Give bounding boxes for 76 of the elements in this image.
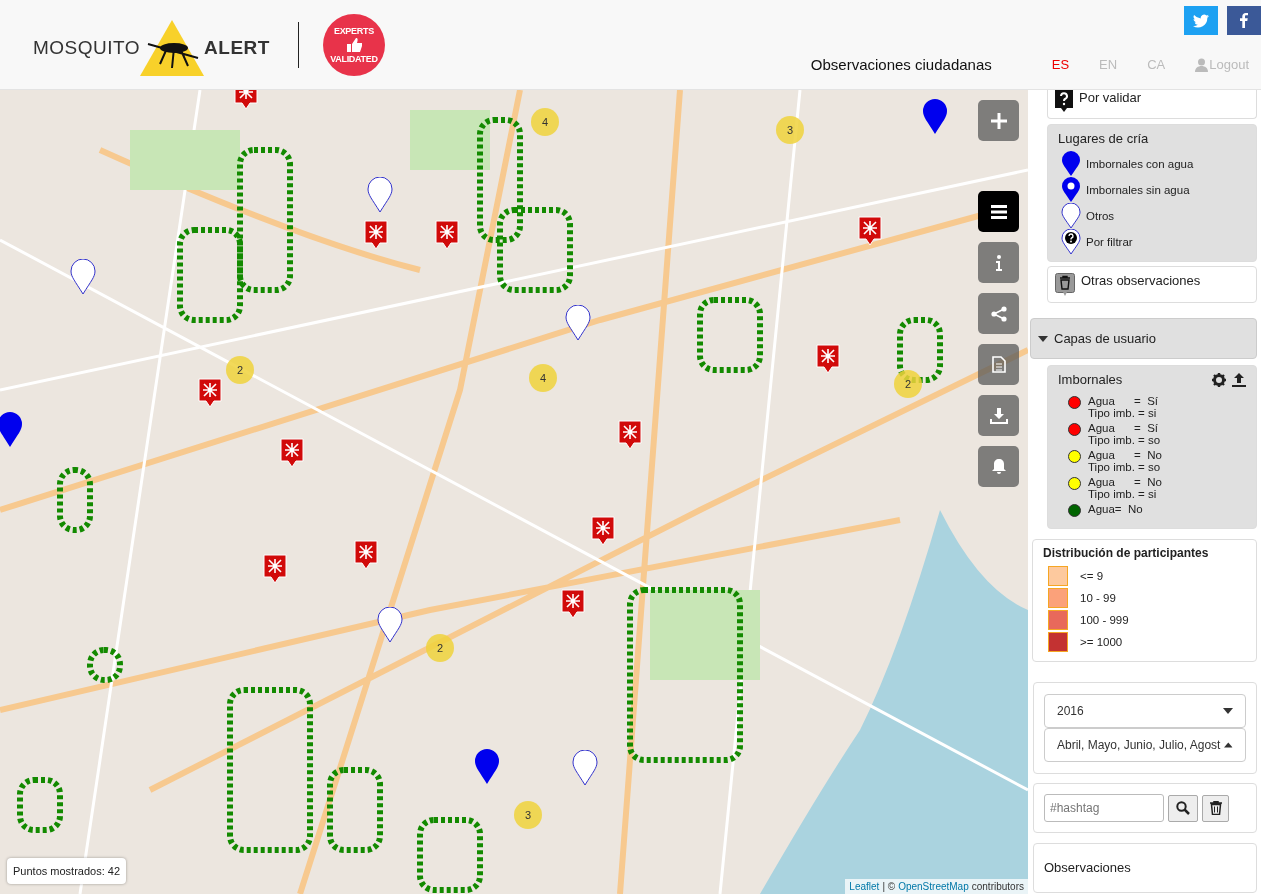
caret-icon xyxy=(1223,708,1233,714)
legend-label: >= 1000 xyxy=(1080,636,1123,648)
year-select[interactable]: 2016 xyxy=(1044,694,1246,728)
map-pin-icon[interactable] xyxy=(565,305,591,341)
user-layers-toggle[interactable]: Capas de usuario xyxy=(1030,318,1257,359)
map-pin-icon xyxy=(1061,151,1081,177)
layer-title: Imbornales xyxy=(1058,372,1124,387)
legend-label: 100 - 999 xyxy=(1080,614,1129,626)
map-pin-icon xyxy=(1061,177,1081,203)
trash-icon xyxy=(1209,801,1222,815)
map-pin-icon[interactable] xyxy=(70,259,96,295)
download-button[interactable] xyxy=(978,395,1019,436)
delete-button[interactable] xyxy=(1202,794,1229,822)
download-icon xyxy=(989,407,1008,424)
thumbs-up-icon xyxy=(344,36,363,53)
search-icon xyxy=(1176,801,1190,815)
nav-link[interactable]: Observaciones ciudadanas xyxy=(810,56,992,73)
map-pin-icon[interactable] xyxy=(572,750,598,786)
search-button[interactable] xyxy=(1168,794,1198,822)
legend-label: Agua = No Tipo imb. = si xyxy=(1088,476,1162,500)
language-link[interactable]: ES xyxy=(1051,57,1070,72)
plus-icon xyxy=(989,111,1008,130)
map-pin-icon xyxy=(1061,203,1081,229)
bell-icon xyxy=(990,458,1007,475)
legend-label: Agua = Sí Tipo imb. = so xyxy=(1088,422,1161,446)
points-shown-label: Puntos mostrados: 42 xyxy=(7,858,126,884)
legend-title: Lugares de cría xyxy=(1058,131,1150,146)
document-button[interactable] xyxy=(978,344,1019,385)
map-pin-icon xyxy=(1061,229,1081,255)
legend-label: Agua = Sí Tipo imb. = si xyxy=(1088,395,1158,419)
facebook-button[interactable] xyxy=(1227,6,1261,35)
twitter-button[interactable] xyxy=(1184,6,1218,35)
info-button[interactable] xyxy=(978,242,1019,283)
bird-icon xyxy=(1193,13,1209,28)
map-pin-icon[interactable] xyxy=(474,749,500,785)
legend-label: Imbornales sin agua xyxy=(1086,184,1190,196)
map-pin-icon[interactable] xyxy=(922,99,948,135)
user-icon xyxy=(1195,57,1209,72)
caret-icon xyxy=(1224,742,1233,748)
info-icon xyxy=(995,254,1002,271)
legend-label: Agua= No xyxy=(1088,503,1143,515)
legend-label: Imbornales con agua xyxy=(1086,158,1194,170)
legend-label: 10 - 99 xyxy=(1080,592,1116,604)
share-button[interactable] xyxy=(978,293,1019,334)
share-icon xyxy=(990,305,1007,322)
menu-button[interactable] xyxy=(978,191,1019,232)
trash-marker-icon xyxy=(1055,273,1075,297)
attribution-text: contributors xyxy=(971,881,1024,892)
caret-icon xyxy=(1038,335,1048,342)
leaflet-link[interactable]: Leaflet xyxy=(849,881,880,892)
legend-label: Otros xyxy=(1086,210,1115,222)
legend-label: <= 9 xyxy=(1080,570,1104,582)
legend-label: Por filtrar xyxy=(1086,236,1133,248)
logo-text: MOSQUITO xyxy=(33,36,141,59)
logo-text: ALERT xyxy=(204,36,270,59)
map-pin-icon[interactable] xyxy=(377,607,403,643)
facebook-f-icon xyxy=(1240,13,1248,28)
zoom-in-button[interactable] xyxy=(978,100,1019,141)
legend-label: Por validar xyxy=(1079,90,1142,105)
hashtag-input[interactable]: #hashtag xyxy=(1044,794,1164,822)
document-icon xyxy=(991,356,1006,373)
map-pin-icon[interactable] xyxy=(367,177,393,213)
settings-icon[interactable] xyxy=(1212,372,1226,387)
attribution-text: | © xyxy=(882,881,896,892)
menu-icon xyxy=(990,204,1007,219)
section-title: Observaciones xyxy=(1044,860,1131,875)
months-select[interactable]: Abril, Mayo, Junio, Julio, Agost xyxy=(1044,728,1246,762)
legend-label: Agua = No Tipo imb. = so xyxy=(1088,449,1162,473)
upload-icon[interactable] xyxy=(1232,372,1246,387)
map-pin-icon[interactable] xyxy=(0,412,23,448)
experts-validated-badge: EXPERTS VALIDATED xyxy=(322,13,385,76)
legend-title: Distribución de participantes xyxy=(1043,546,1210,560)
openstreetmap-link[interactable]: OpenStreetMap xyxy=(898,881,969,892)
legend-label: Otras observaciones xyxy=(1081,273,1201,288)
bell-button[interactable] xyxy=(978,446,1019,487)
map-area[interactable]: 4 3 2 4 2 2 3 Puntos mostrados: 42 Leaflet | © OpenStreetMap contributors xyxy=(0,90,1028,894)
